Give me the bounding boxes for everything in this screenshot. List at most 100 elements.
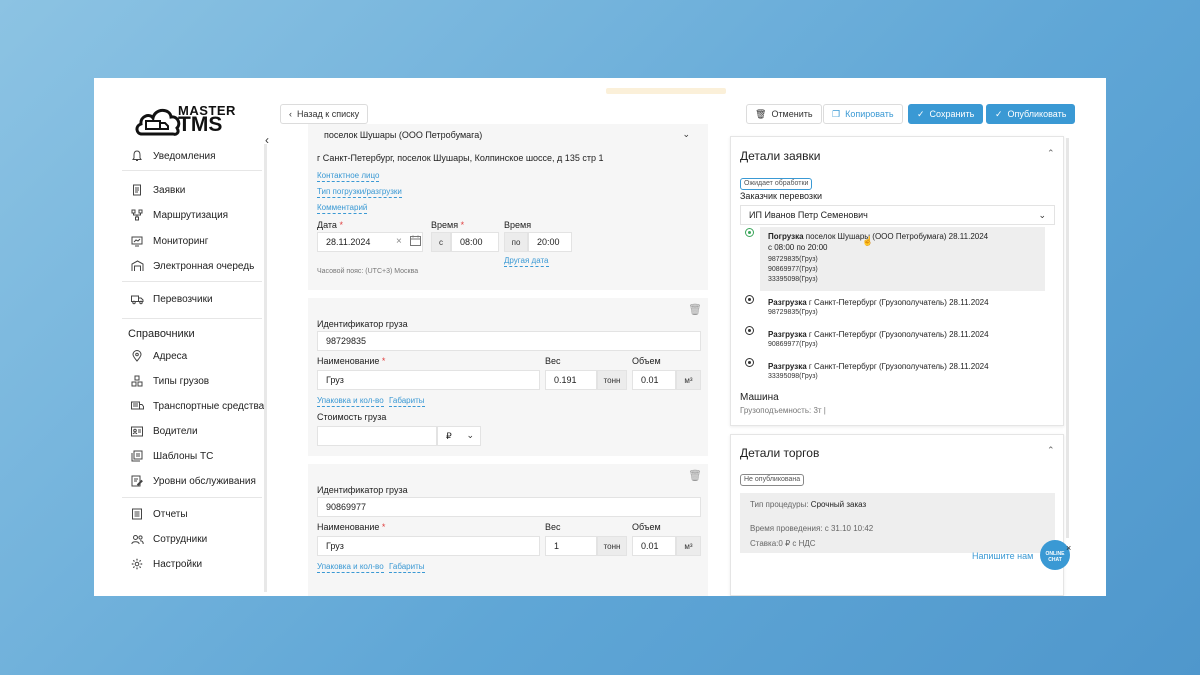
copy-button[interactable]: ❐ Копировать: [823, 104, 903, 124]
publish-button[interactable]: ✓ Опубликовать: [986, 104, 1076, 124]
point-address: г Санкт-Петербург, поселок Шушары, Колпи…: [317, 153, 604, 163]
collapse-sidebar-button[interactable]: ‹: [259, 132, 275, 148]
loading-type-link[interactable]: Тип погрузки/разгрузки: [317, 187, 402, 198]
date-value: 28.11.2024: [326, 237, 371, 247]
dimensions-link[interactable]: Габариты: [389, 396, 425, 407]
volume-input[interactable]: 0.01: [632, 370, 676, 390]
nav-reports[interactable]: Отчеты: [130, 506, 188, 522]
nav-divider: [122, 170, 262, 171]
nav-addresses[interactable]: Адреса: [130, 348, 187, 364]
calendar-icon[interactable]: [410, 235, 421, 248]
order-form: поселок Шушары (ООО Петробумага) ⌄ г Сан…: [308, 124, 708, 596]
nav-employees[interactable]: Сотрудники: [130, 531, 207, 547]
packaging-link[interactable]: Упаковка и кол-во: [317, 562, 384, 573]
delete-cargo-icon[interactable]: 🗑: [688, 469, 702, 482]
trade-info-box: Тип процедуры: Срочный заказ Время прове…: [740, 493, 1055, 553]
date-input[interactable]: 28.11.2024 ×: [317, 232, 423, 252]
check-icon: ✓: [995, 108, 1003, 119]
map-pin-icon: [130, 349, 144, 363]
weight-unit: тонн: [597, 536, 627, 556]
weight-label: Вес: [545, 522, 561, 532]
nav-queue[interactable]: Электронная очередь: [130, 258, 254, 274]
trade-details-panel: Детали торгов ⌃ Не опубликована Тип проц…: [730, 434, 1064, 596]
nav-service-levels[interactable]: Уровни обслуживания: [130, 473, 256, 489]
back-to-list-button[interactable]: ‹ Назад к списку: [280, 104, 369, 124]
volume-input[interactable]: 0.01: [632, 536, 676, 556]
nav-divider: [122, 497, 262, 498]
stop-item[interactable]: Погрузка поселок Шушары (ООО Петробумага…: [768, 231, 988, 285]
nav-cargo-types[interactable]: Типы грузов: [130, 373, 209, 389]
chevron-down-icon: ⌄: [466, 430, 474, 440]
volume-unit: м³: [676, 370, 701, 390]
nav-drivers-label: Водители: [153, 425, 198, 437]
weight-input[interactable]: 0.191: [545, 370, 597, 390]
trade-time: Время проведения: с 31.10 10:42: [750, 524, 874, 533]
nav-vehicle-templates[interactable]: Шаблоны ТС: [130, 448, 213, 464]
weight-label: Вес: [545, 356, 561, 366]
nav-vehicles[interactable]: Транспортные средства: [130, 398, 264, 414]
other-date-link[interactable]: Другая дата: [504, 256, 549, 267]
save-button[interactable]: ✓ Сохранить: [908, 104, 984, 124]
cancel-label: Отменить: [771, 109, 813, 119]
cargo-id-input[interactable]: 98729835: [317, 331, 701, 351]
chevron-down-icon: ⌄: [1038, 210, 1046, 220]
cargo-name-value: Груз: [326, 375, 344, 385]
comment-link[interactable]: Комментарий: [317, 203, 368, 214]
point-select[interactable]: поселок Шушары (ООО Петробумага) ⌄: [316, 125, 700, 145]
nav-service-levels-label: Уровни обслуживания: [153, 475, 256, 487]
sidebar-scrollbar[interactable]: [264, 144, 267, 592]
delete-cargo-icon[interactable]: 🗑: [688, 303, 702, 316]
back-to-list-label: Назад к списку: [297, 109, 360, 119]
cargo-name-input[interactable]: Груз: [317, 536, 540, 556]
cancel-button[interactable]: 🗑 Отменить: [746, 104, 822, 124]
currency-value: ₽: [446, 430, 452, 441]
nav-monitoring-label: Мониторинг: [153, 235, 209, 247]
cargo-id-value: 98729835: [326, 336, 367, 346]
cargo-cost-input[interactable]: [317, 426, 437, 446]
nav-drivers[interactable]: Водители: [130, 423, 198, 439]
customer-select[interactable]: ИП Иванов Петр Семенович ⌄: [740, 205, 1055, 225]
nav-carriers[interactable]: Перевозчики: [130, 291, 213, 307]
contact-person-link[interactable]: Контактное лицо: [317, 171, 380, 182]
cargo-cost-label: Стоимость груза: [317, 412, 387, 422]
nav-routing[interactable]: Маршрутизация: [130, 207, 228, 223]
nav-settings-label: Настройки: [153, 558, 203, 570]
right-scrollbar[interactable]: [1066, 138, 1069, 538]
cargo-id-label: Идентификатор груза: [317, 485, 408, 495]
check-icon: ✓: [917, 108, 925, 119]
truck-front-icon: [130, 399, 144, 413]
packaging-link[interactable]: Упаковка и кол-во: [317, 396, 384, 407]
time-to-input[interactable]: 20:00: [528, 232, 572, 252]
cursor-hand-icon: ☝: [862, 236, 874, 246]
truck-icon: [130, 292, 144, 306]
app-window: MASTER TMS ‹ Уведомления Заявки Маршрути…: [94, 78, 1106, 596]
publish-label: Опубликовать: [1007, 109, 1067, 119]
weight-input[interactable]: 1: [545, 536, 597, 556]
cargo-name-input[interactable]: Груз: [317, 370, 540, 390]
weight-value: 0.191: [554, 375, 577, 385]
cargo-card: 🗑 Идентификатор груза 90869977 Наименова…: [308, 464, 708, 596]
clear-icon[interactable]: ×: [396, 236, 402, 247]
directories-heading: Справочники: [128, 328, 195, 340]
nav-monitoring[interactable]: Мониторинг: [130, 233, 208, 249]
chevron-up-icon[interactable]: ⌃: [1047, 148, 1055, 159]
chat-prompt[interactable]: Напишите нам: [972, 551, 1033, 561]
currency-select[interactable]: ₽ ⌄: [437, 426, 481, 446]
time-from-prefix: с: [431, 232, 451, 252]
stop-item[interactable]: Разгрузка г Санкт-Петербург (Грузополуча…: [768, 361, 989, 382]
chevron-up-icon[interactable]: ⌃: [1047, 445, 1055, 456]
close-icon[interactable]: ×: [1066, 543, 1071, 553]
stop-item[interactable]: Разгрузка г Санкт-Петербург (Грузополуча…: [768, 297, 989, 318]
nav-divider: [122, 318, 262, 319]
nav-orders[interactable]: Заявки: [130, 182, 185, 198]
nav-settings[interactable]: Настройки: [130, 556, 202, 572]
nav-notifications[interactable]: Уведомления: [130, 148, 216, 164]
order-details-panel: Детали заявки ⌃ Ожидает обработки Заказч…: [730, 136, 1064, 426]
stop-item[interactable]: Разгрузка г Санкт-Петербург (Грузополуча…: [768, 329, 989, 350]
time-from-input[interactable]: 08:00: [451, 232, 499, 252]
cargo-id-input[interactable]: 90869977: [317, 497, 701, 517]
stop-active-icon: [745, 228, 754, 237]
dimensions-link[interactable]: Габариты: [389, 562, 425, 573]
trash-icon: 🗑: [755, 108, 767, 119]
cargo-card: 🗑 Идентификатор груза 98729835 Наименова…: [308, 298, 708, 456]
